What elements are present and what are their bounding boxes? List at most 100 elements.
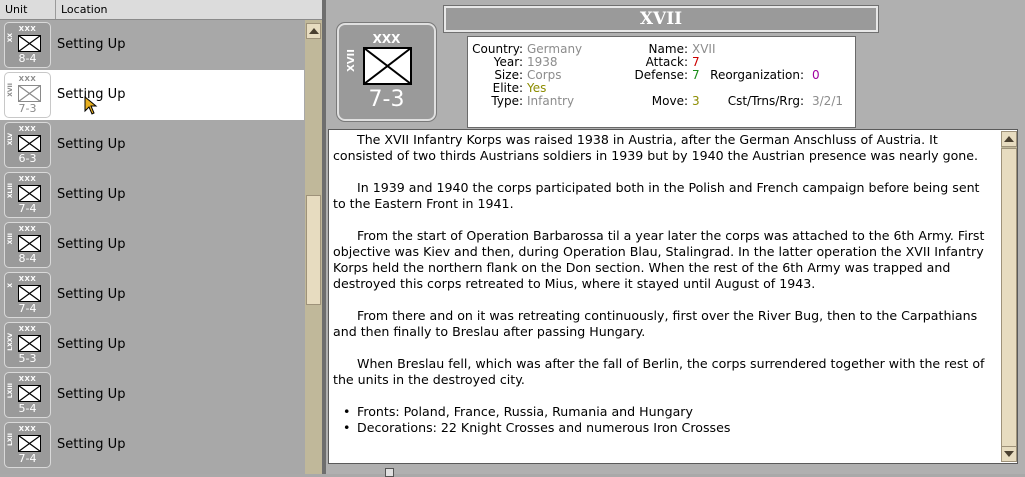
unit-list-row[interactable]: XXX XLIII 7-4 Setting Up — [0, 170, 304, 220]
unit-corps-designation: LXXV — [7, 333, 14, 351]
infantry-symbol-icon — [18, 35, 41, 52]
unit-counter[interactable]: XXX XVII 7-3 — [4, 72, 51, 118]
unit-counter[interactable]: XXX XLIII 7-4 — [4, 172, 51, 218]
unit-strength: 7-4 — [18, 202, 37, 215]
unit-counter[interactable]: XXX X 7-4 — [4, 272, 51, 318]
column-header-location[interactable]: Location — [56, 0, 322, 19]
unit-list-row[interactable]: XXX LXII 7-4 Setting Up — [0, 420, 304, 470]
bottom-options-strip — [381, 466, 681, 477]
unit-strength: 7-3 — [368, 87, 405, 112]
history-bullet-item: Decorations: 22 Knight Crosses and numer… — [343, 420, 993, 436]
unit-size-marker: XXX — [18, 175, 37, 183]
unit-list-row[interactable]: XXX XX 8-4 Setting Up — [0, 20, 304, 70]
history-scrollbar[interactable] — [1001, 131, 1017, 462]
cst-trns-rrg-value: 3/2/1 — [812, 94, 843, 108]
scroll-up-button[interactable] — [306, 23, 321, 39]
unit-list-scrollbar[interactable] — [305, 20, 322, 474]
year-label: Year: — [493, 55, 523, 69]
unit-info-box: Country: Germany Year: 1938 Size: Corps … — [467, 36, 856, 128]
unit-counter[interactable]: XXX LXIII 5-4 — [4, 372, 51, 418]
infantry-symbol-icon — [18, 435, 41, 452]
country-label: Country: — [472, 42, 523, 56]
unit-list-header: Unit Location — [0, 0, 322, 20]
unit-title-bar: XVII — [443, 5, 879, 33]
size-label: Size: — [494, 68, 523, 82]
unit-strength: 5-4 — [18, 402, 37, 415]
unit-size-marker: XXX — [18, 25, 37, 33]
unit-list: XXX XX 8-4 Setting Up XXX XVII 7-3 Setting Up XX… — [0, 20, 304, 474]
unit-list-row[interactable]: XXX LXXV 5-3 Setting Up — [0, 320, 304, 370]
history-scroll-up-button[interactable] — [1001, 131, 1017, 147]
unit-corps-designation: LXII — [7, 433, 14, 446]
history-bullet-list: Fronts: Poland, France, Russia, Rumania … — [333, 404, 993, 436]
type-label: Type: — [491, 94, 523, 108]
infantry-symbol-icon — [18, 285, 41, 302]
unit-counter-large: XXX XVII 7-3 — [336, 22, 437, 122]
unit-list-row[interactable]: XXX LXIII 5-4 Setting Up — [0, 370, 304, 420]
unit-size-marker: XXX — [372, 32, 401, 46]
move-label: Move: — [651, 94, 688, 108]
unit-corps-designation: XIII — [7, 233, 14, 245]
name-value: XVII — [692, 42, 716, 56]
unit-size-marker: XXX — [18, 75, 37, 83]
infantry-symbol-icon — [18, 385, 41, 402]
unit-corps-designation: XVII — [7, 83, 14, 97]
unit-list-panel: Unit Location XXX XX 8-4 Setting Up XXX XVII 7… — [0, 0, 322, 474]
scroll-thumb[interactable] — [306, 195, 321, 305]
infantry-symbol-icon — [363, 47, 412, 85]
unit-list-row[interactable]: XXX XIII 8-4 Setting Up — [0, 220, 304, 270]
elite-value: Yes — [527, 81, 547, 95]
unit-list-row[interactable]: XXX X 7-4 Setting Up — [0, 270, 304, 320]
move-value: 3 — [692, 94, 700, 108]
unit-counter[interactable]: XXX XIII 8-4 — [4, 222, 51, 268]
unit-location: Setting Up — [57, 187, 126, 202]
name-label: Name: — [648, 42, 688, 56]
defense-label: Defense: — [634, 68, 688, 82]
infantry-symbol-icon — [18, 135, 41, 152]
infantry-symbol-icon — [18, 85, 41, 102]
unit-strength: 7-4 — [18, 452, 37, 465]
unit-counter[interactable]: XXX XLV 6-3 — [4, 122, 51, 168]
option-checkbox[interactable] — [385, 468, 394, 477]
arrow-up-icon — [1004, 136, 1014, 142]
column-header-unit[interactable]: Unit — [0, 0, 56, 19]
unit-strength: 8-4 — [18, 52, 37, 65]
arrow-up-icon — [309, 28, 319, 34]
unit-counter[interactable]: XXX LXXV 5-3 — [4, 322, 51, 368]
size-value: Corps — [527, 68, 562, 82]
unit-list-row[interactable]: XXX XVII 7-3 Setting Up — [0, 70, 304, 120]
unit-corps-designation: XLV — [7, 133, 14, 146]
history-scroll-down-button[interactable] — [1001, 446, 1017, 462]
unit-counter[interactable]: XXX XX 8-4 — [4, 22, 51, 68]
unit-history-text[interactable]: The XVII Infantry Korps was raised 1938 … — [328, 129, 1018, 464]
history-paragraph: From there and on it was retreating cont… — [333, 308, 978, 339]
arrow-down-icon — [1004, 451, 1014, 457]
history-paragraph: When Breslau fell, which was after the f… — [333, 356, 985, 387]
unit-location: Setting Up — [57, 387, 126, 402]
reorganization-value: 0 — [812, 68, 820, 82]
unit-location: Setting Up — [57, 137, 126, 152]
infantry-symbol-icon — [18, 185, 41, 202]
unit-location: Setting Up — [57, 437, 126, 452]
infantry-symbol-icon — [18, 235, 41, 252]
unit-size-marker: XXX — [18, 225, 37, 233]
unit-list-row[interactable]: XXX XLV 6-3 Setting Up — [0, 120, 304, 170]
year-value: 1938 — [527, 55, 558, 69]
unit-size-marker: XXX — [18, 425, 37, 433]
history-paragraph: The XVII Infantry Korps was raised 1938 … — [333, 132, 979, 163]
attack-label: Attack: — [645, 55, 688, 69]
unit-counter[interactable]: XXX LXII 7-4 — [4, 422, 51, 468]
unit-detail-panel: XVII XXX XVII 7-3 Country: Germany Year:… — [326, 0, 1025, 477]
unit-corps-designation: LXIII — [7, 383, 14, 399]
history-bullet-item: Fronts: Poland, France, Russia, Rumania … — [343, 404, 993, 420]
history-scroll-thumb[interactable] — [1001, 148, 1017, 448]
unit-location: Setting Up — [57, 37, 126, 52]
infantry-symbol-icon — [18, 335, 41, 352]
unit-corps-designation: XVII — [346, 49, 357, 72]
reorganization-label: Reorganization: — [710, 68, 804, 82]
unit-corps-designation: XLIII — [7, 183, 14, 199]
unit-strength: 7-3 — [18, 102, 37, 115]
unit-strength: 5-3 — [18, 352, 37, 365]
unit-size-marker: XXX — [18, 375, 37, 383]
unit-strength: 8-4 — [18, 252, 37, 265]
